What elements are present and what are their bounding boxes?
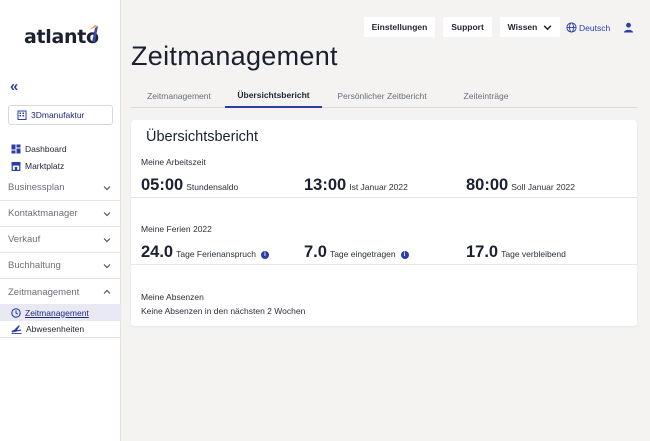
tab-zeiteintraege[interactable]: Zeiteinträge [449,83,523,108]
sidebar-item-label: Dashboard [25,144,67,154]
divider [131,264,637,265]
absences-label: Meine Absenzen [141,292,204,302]
stat-unit: Stundensaldo [186,182,239,192]
sidebar-section-businessplan[interactable]: Businessplan [0,175,121,201]
info-icon[interactable]: i [400,251,409,259]
stat-value: 7.0 [304,243,327,261]
chevron-up-icon [103,289,111,294]
worktime-label: Meine Arbeitszeit [141,157,206,167]
tab-uebersichtsbericht[interactable]: Übersichtsbericht [225,83,322,108]
stat-actual: 13:00 Ist Januar 2022 [304,176,408,195]
stat-target: 80:00 Soll Januar 2022 [466,176,575,195]
report-card: Übersichtsbericht Meine Arbeitszeit 05:0… [131,120,637,326]
tab-bar: Zeitmanagement Übersichtsbericht Persönl… [131,83,637,108]
stat-value: 17.0 [466,243,499,261]
stat-unit: Tage Ferienanspruch [176,249,256,259]
plane-icon [11,325,22,334]
collapse-sidebar-icon[interactable]: « [10,79,18,94]
sidebar-section-buchhaltung[interactable]: Buchhaltung [0,253,121,279]
sidebar-item-zeitmanagement[interactable]: Zeitmanagement [0,304,121,321]
chevron-down-icon [103,237,111,242]
stat-balance: 05:00 Stundensaldo [141,176,238,195]
stat-value: 24.0 [141,243,174,261]
support-button[interactable]: Support [443,17,492,37]
knowledge-dropdown[interactable]: Wissen [500,17,560,37]
stat-vacation-entitlement: 24.0 Tage Ferienanspruch i [141,243,269,262]
sidebar: atlanto « 3Dmanufaktur Dashboard Marktpl… [0,0,121,441]
section-label: Zeitmanagement [8,286,80,298]
stat-unit: Tage verbleibend [501,249,566,259]
sidebar-item-label: Abwesenheiten [26,324,85,334]
report-title: Übersichtsbericht [146,129,259,145]
language-selector[interactable]: Deutsch [566,22,610,33]
chevron-down-icon [103,211,111,216]
sidebar-item-abwesenheiten[interactable]: Abwesenheiten [0,321,121,338]
chevron-down-icon [543,24,552,30]
sidebar-section-verkauf[interactable]: Verkauf [0,227,121,253]
sidebar-section-zeitmanagement[interactable]: Zeitmanagement [0,279,121,305]
page-title: Zeitmanagement [131,41,338,71]
absences-text: Keine Absenzen in den nächsten 2 Wochen [141,306,306,316]
info-icon[interactable]: i [260,251,269,259]
section-label: Verkauf [8,234,41,245]
sidebar-item-marktplatz[interactable]: Marktplatz [11,161,64,171]
building-icon [17,110,27,120]
user-icon[interactable] [623,22,634,33]
stat-value: 80:00 [466,176,509,194]
sidebar-item-label: Marktplatz [25,161,65,171]
stat-unit: Soll Januar 2022 [511,182,575,192]
chevron-down-icon [103,263,111,268]
settings-button[interactable]: Einstellungen [364,17,435,37]
stat-vacation-entered: 7.0 Tage eingetragen i [304,243,409,262]
sidebar-section-kontaktmanager[interactable]: Kontaktmanager [0,201,121,227]
company-selector[interactable]: 3Dmanufaktur [8,105,113,125]
sidebar-item-label: Zeitmanagement [25,307,89,318]
stat-value: 13:00 [304,176,347,194]
divider [131,197,637,198]
knowledge-label: Wissen [507,22,538,32]
clock-icon [11,307,21,318]
stat-vacation-remaining: 17.0 Tage verbleibend [466,243,566,262]
sidebar-item-dashboard[interactable]: Dashboard [11,144,67,154]
globe-icon [566,22,577,33]
stat-unit: Ist Januar 2022 [349,182,408,192]
section-label: Businessplan [8,182,65,193]
stat-unit: Tage eingetragen [329,249,396,259]
vacation-label: Meine Ferien 2022 [141,224,212,234]
tab-persoenlicher-zeitbericht[interactable]: Persönlicher Zeitbericht [327,83,437,108]
tab-zeitmanagement[interactable]: Zeitmanagement [136,83,222,108]
company-name: 3Dmanufaktur [31,110,85,120]
dashboard-icon [11,144,21,154]
section-label: Buchhaltung [8,260,61,271]
section-label: Kontaktmanager [8,208,78,219]
chevron-down-icon [103,185,111,190]
stat-value: 05:00 [141,176,184,194]
language-label: Deutsch [579,22,611,33]
store-icon [11,162,21,171]
logo-mark-icon [89,25,98,42]
